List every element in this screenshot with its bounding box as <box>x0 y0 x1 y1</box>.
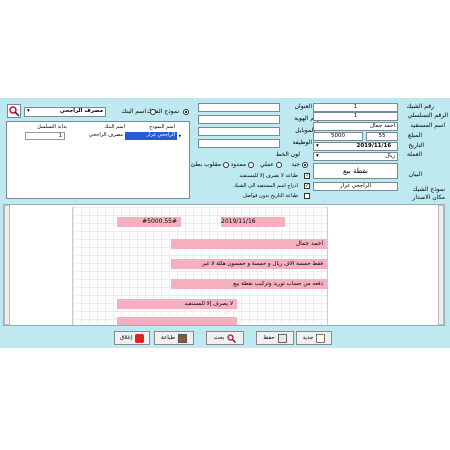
bank-search-select[interactable]: مصرف الراجحي ▾ <box>24 107 106 117</box>
serial-label: الرقم التسلسلي <box>407 112 448 119</box>
close-button[interactable]: إغلاق <box>114 331 150 345</box>
preview-date: 2019/11/16 <box>221 217 285 227</box>
preview-extra-field <box>117 317 237 325</box>
id-number-field[interactable] <box>198 115 280 124</box>
check-model-label: نموذج الشيك <box>412 186 445 193</box>
statement-label: البيان <box>408 171 422 178</box>
currency-label: العملة <box>406 151 422 158</box>
checkbox-date-no-separators[interactable] <box>304 193 310 199</box>
radio-color-inverted[interactable] <box>223 162 229 168</box>
mobile-field[interactable] <box>198 127 280 136</box>
check-preview-area: #5000.55# 2019/11/16 احمد جمال فقط خمسة … <box>3 204 445 326</box>
radio-color-good-label: جيد <box>291 161 300 168</box>
checkbox-insert-name[interactable]: ✓ <box>304 183 310 189</box>
title-field[interactable] <box>198 103 280 112</box>
preview-amount-words: فقط خمسة الاف ريال و خمسة و خمسون هللة ل… <box>171 259 327 269</box>
search-button[interactable]: بحث <box>206 331 244 345</box>
date-field[interactable]: ▾ 2019/11/16 <box>313 142 398 151</box>
radio-color-practical-label: عملي <box>259 161 274 168</box>
search-icon[interactable] <box>7 104 21 118</box>
radio-color-extended[interactable] <box>248 162 254 168</box>
radio-color-inverted-label: مقلوب بطئ <box>190 161 221 168</box>
line-color-options: جيد عملي ممدود مقلوب بطئ <box>191 160 310 170</box>
printer-icon <box>177 333 187 343</box>
preview-right-scrollbar[interactable] <box>438 205 444 325</box>
currency-select[interactable]: ريال ▾ <box>313 152 398 161</box>
preview-statement: دفعه من حساب توريد وتركيب نقطة بيع <box>171 279 327 289</box>
radio-color-extended-label: ممدود <box>230 161 246 168</box>
line-color-label: لون الخط <box>275 151 300 158</box>
preview-beneficiary: احمد جمال <box>171 239 327 249</box>
table-header-model: اسم النموذج <box>149 124 175 130</box>
title-label: العنوان <box>294 103 312 110</box>
table-cell-bank: مصرف الراجحي <box>88 132 123 138</box>
models-table: بداية التسلسل اسم البنك اسم النموذج 1 مص… <box>6 121 190 199</box>
checkbox-beneficiary-only-label: طباعة لا يصرف إلا للمستفيد <box>239 173 299 179</box>
table-row[interactable]: 1 مصرف الراجحي الراجحي غرار <box>25 132 177 140</box>
bank-model-panel: مصرف الراجحي ▾ نموذج الشيك اسم البنك بدا… <box>3 101 193 199</box>
chevron-down-icon: ▾ <box>27 108 30 114</box>
row-pointer-icon: ▸ <box>179 133 182 139</box>
radio-color-practical[interactable] <box>276 162 282 168</box>
serial-field[interactable]: 1 <box>313 112 398 121</box>
statement-field[interactable]: نقطة بيع <box>313 163 398 179</box>
check-canvas: #5000.55# 2019/11/16 احمد جمال فقط خمسة … <box>72 207 328 325</box>
table-header-start: بداية التسلسل <box>37 124 67 130</box>
beneficiary-label: اسم المستفيد <box>410 122 445 129</box>
checkbox-beneficiary-only[interactable]: ✓ <box>304 173 310 179</box>
new-document-icon <box>316 333 326 343</box>
check-writer-window: مصرف الراجحي ▾ نموذج الشيك اسم البنك بدا… <box>0 98 450 348</box>
preview-scrollbar[interactable] <box>4 205 10 325</box>
check-model-field[interactable]: الراجحي غرار <box>313 182 398 191</box>
save-button[interactable]: حفظ <box>256 331 294 345</box>
job-field[interactable] <box>198 139 280 148</box>
table-cell-start: 1 <box>25 132 65 140</box>
amount-integer-field[interactable]: 5000 <box>313 132 363 141</box>
save-icon <box>277 333 287 343</box>
checkbox-date-no-separators-label: طباعة التاريخ بدون فواصل <box>243 193 298 199</box>
chevron-down-icon: ▾ <box>316 153 319 159</box>
amount-label: المبلغ <box>408 132 422 139</box>
amount-decimal-field[interactable]: 55 <box>366 132 398 141</box>
magnifier-icon <box>227 333 237 343</box>
print-button[interactable]: طباعة <box>154 331 194 345</box>
beneficiary-field[interactable]: احمد جمال <box>313 122 398 131</box>
close-icon <box>134 333 144 343</box>
check-number-label: رقم الشيك <box>406 103 434 110</box>
new-button[interactable]: جديد <box>296 331 332 345</box>
radio-bank-name-label: اسم البنك <box>121 108 146 115</box>
checkbox-insert-name-label: ادراج اسم المستفيد الى الشيك <box>233 183 298 189</box>
table-header-bank: اسم البنك <box>104 124 125 130</box>
check-number-field[interactable]: 1 <box>313 103 398 112</box>
table-cell-model: الراجحي غرار <box>125 132 177 140</box>
radio-bank-name[interactable] <box>150 109 156 115</box>
job-label: الوظيفة <box>292 139 312 146</box>
preview-amount: #5000.55# <box>117 217 181 227</box>
preview-note: لا يصرف إلا للمستفيد <box>117 299 237 309</box>
radio-check-model[interactable] <box>183 109 189 115</box>
radio-color-good[interactable] <box>302 162 308 168</box>
date-label: التاريخ <box>408 142 424 149</box>
issue-place-label: مكان الاصدار <box>412 194 445 201</box>
chevron-down-icon: ▾ <box>316 143 319 149</box>
